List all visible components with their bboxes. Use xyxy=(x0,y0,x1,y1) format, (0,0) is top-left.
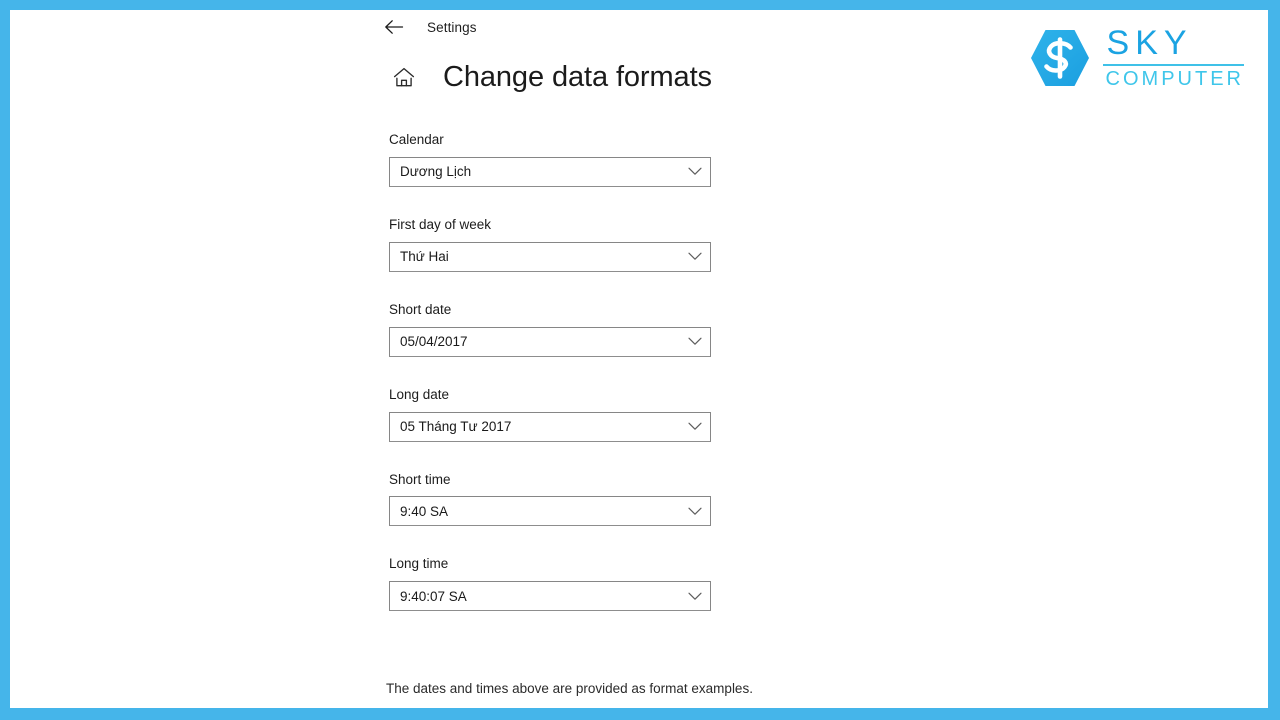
short-time-dropdown[interactable]: 9:40 SA xyxy=(389,496,711,527)
first-day-of-week-value: Thứ Hai xyxy=(400,249,449,265)
label-long-date: Long date xyxy=(389,386,450,402)
calendar-dropdown[interactable]: Dương Lịch xyxy=(389,156,711,187)
chevron-down-icon xyxy=(680,497,710,525)
long-date-dropdown[interactable]: 05 Tháng Tư 2017 xyxy=(389,411,711,442)
sky-hexagon-s-logo-icon xyxy=(1027,27,1093,89)
logo-secondary-text: COMPUTER xyxy=(1105,67,1244,90)
chevron-down-icon xyxy=(680,413,710,441)
label-calendar: Calendar xyxy=(389,132,444,147)
screen-frame: Settings Change data formats SKY COMPUTE… xyxy=(0,0,1280,720)
page-title: Change data formats xyxy=(443,60,712,93)
home-icon xyxy=(393,67,415,88)
logo-wordmark: SKY COMPUTER xyxy=(1102,24,1244,90)
label-short-time: Short time xyxy=(389,471,451,487)
app-name-label: Settings xyxy=(427,19,477,35)
label-long-time: Long time xyxy=(389,556,449,572)
page-header: Change data formats xyxy=(389,62,712,92)
back-arrow-icon xyxy=(384,19,404,35)
calendar-value: Dương Lịch xyxy=(400,164,472,180)
first-day-of-week-dropdown[interactable]: Thứ Hai xyxy=(389,241,711,272)
chevron-down-icon xyxy=(680,328,710,356)
field-short-time: Short time 9:40 SA xyxy=(389,472,719,527)
data-formats-form: Calendar Dương Lịch First day of week Th… xyxy=(389,132,719,641)
long-time-dropdown[interactable]: 9:40:07 SA xyxy=(389,581,711,612)
field-long-time: Long time 9:40:07 SA xyxy=(389,556,719,612)
brand-logo: SKY COMPUTER xyxy=(1027,24,1244,90)
short-time-value: 9:40 SA xyxy=(400,503,449,519)
home-button[interactable] xyxy=(389,62,419,92)
format-examples-note: The dates and times above are provided a… xyxy=(386,681,753,696)
logo-divider xyxy=(1102,63,1244,66)
long-time-value: 9:40:07 SA xyxy=(400,588,467,604)
chevron-down-icon xyxy=(680,582,710,610)
field-short-date: Short date 05/04/2017 xyxy=(389,302,719,357)
long-date-value: 05 Tháng Tư 2017 xyxy=(400,419,512,434)
label-short-date: Short date xyxy=(389,301,452,317)
chevron-down-icon xyxy=(680,158,710,186)
field-long-date: Long date 05 Tháng Tư 2017 xyxy=(389,387,719,442)
field-first-day-of-week: First day of week Thứ Hai xyxy=(389,217,719,272)
field-calendar: Calendar Dương Lịch xyxy=(389,132,719,187)
chevron-down-icon xyxy=(680,243,710,271)
label-first-day-of-week: First day of week xyxy=(389,216,492,232)
settings-window: Settings Change data formats SKY COMPUTE… xyxy=(10,10,1268,708)
short-date-dropdown[interactable]: 05/04/2017 xyxy=(389,326,711,357)
titlebar: Settings xyxy=(379,10,477,44)
short-date-value: 05/04/2017 xyxy=(400,334,468,350)
back-button[interactable] xyxy=(379,12,409,42)
logo-primary-text: SKY xyxy=(1106,24,1193,62)
